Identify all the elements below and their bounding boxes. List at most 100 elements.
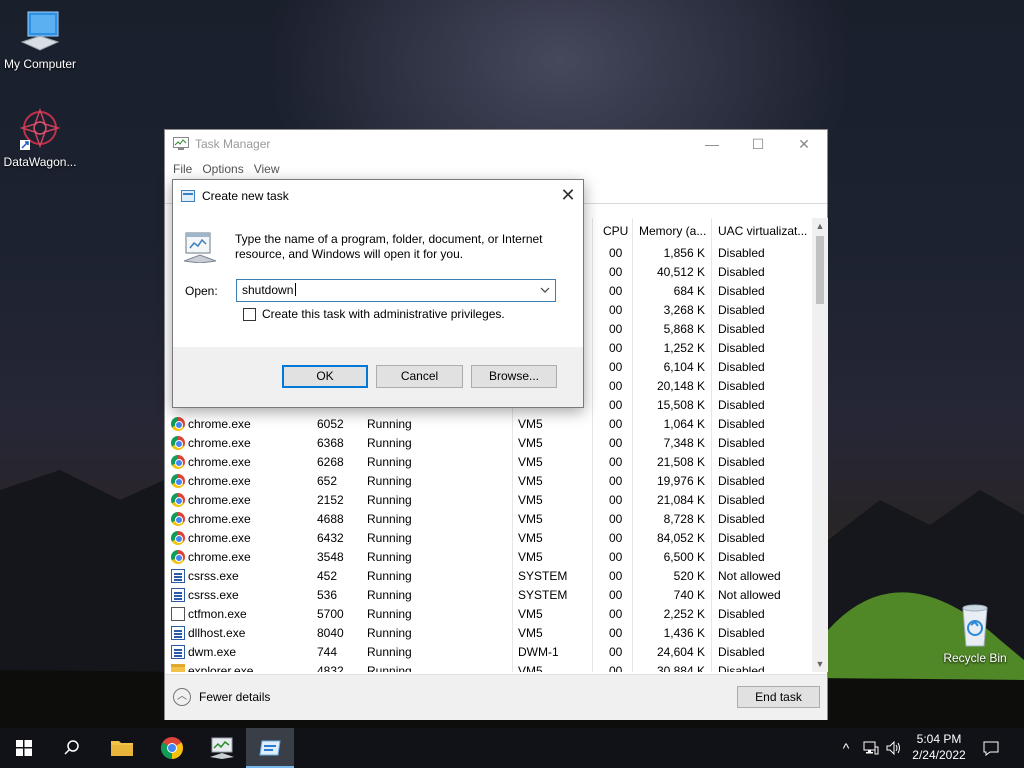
menu-view[interactable]: View: [252, 162, 288, 176]
pid-cell: 452: [317, 569, 338, 583]
memory-cell: 1,252 K: [663, 341, 705, 355]
action-center-button[interactable]: [980, 728, 1002, 768]
column-header-cpu[interactable]: CPU: [603, 218, 628, 244]
user-cell: VM5: [518, 550, 543, 564]
datawagon-icon: [19, 107, 61, 150]
clock-date: 2/24/2022: [912, 748, 966, 762]
table-row[interactable]: chrome.exe 2152 Running VM5 00 21,084 K Disabl…: [165, 491, 812, 510]
uac-cell: Disabled: [718, 607, 765, 621]
table-row[interactable]: chrome.exe 3548 Running VM5 00 6,500 K Disable…: [165, 548, 812, 567]
fewer-details-link[interactable]: ︿ Fewer details: [173, 688, 270, 706]
maximize-button[interactable]: ☐: [735, 130, 781, 158]
name-cell: chrome.exe: [188, 474, 251, 488]
chevron-up-icon: ︿: [173, 688, 191, 706]
chevron-down-icon[interactable]: [539, 283, 551, 297]
uac-cell: Disabled: [718, 417, 765, 431]
checkbox-box[interactable]: [243, 307, 256, 321]
status-cell: Running: [367, 474, 412, 488]
chrome-icon: [171, 550, 185, 564]
table-row[interactable]: csrss.exe 536 Running SYSTEM 00 740 K Not allo…: [165, 586, 812, 605]
uac-cell: Disabled: [718, 550, 765, 564]
cpu-cell: 00: [609, 322, 623, 336]
table-row[interactable]: ctfmon.exe 5700 Running VM5 00 2,252 K Disable…: [165, 605, 812, 624]
desktop-icon-recycle-bin[interactable]: Recycle Bin: [935, 602, 1015, 665]
dialog-description: Type the name of a program, folder, docu…: [235, 232, 543, 261]
name-cell: chrome.exe: [188, 531, 251, 545]
status-cell: Running: [367, 512, 412, 526]
memory-cell: 15,508 K: [656, 398, 705, 412]
user-cell: VM5: [518, 607, 543, 621]
task-manager-taskbar-button[interactable]: [198, 728, 246, 768]
column-header-uac[interactable]: UAC virtualizat...: [718, 218, 807, 244]
table-row[interactable]: csrss.exe 452 Running SYSTEM 00 520 K Not allo…: [165, 567, 812, 586]
taskbar: ^ 5:04 PM 2/24/2022: [0, 728, 1024, 768]
column-header-memory[interactable]: Memory (a...: [639, 218, 706, 244]
dialog-title-bar[interactable]: Create new task ✕: [173, 180, 583, 211]
name-cell: csrss.exe: [188, 569, 239, 583]
end-task-button[interactable]: End task: [737, 686, 820, 708]
network-tray-button[interactable]: [860, 728, 882, 768]
dialog-button-bar: OK Cancel Browse...: [173, 347, 583, 407]
tray-chevron-icon[interactable]: ^: [836, 728, 856, 768]
run-dialog-taskbar-button[interactable]: [246, 728, 294, 768]
memory-cell: 19,976 K: [656, 474, 705, 488]
scroll-down-arrow-icon[interactable]: ▼: [815, 659, 825, 669]
pid-cell: 652: [317, 474, 338, 488]
chrome-icon: [171, 512, 185, 526]
file-explorer-taskbar-button[interactable]: [98, 728, 146, 768]
recycle-bin-icon: [962, 604, 988, 647]
table-row[interactable]: chrome.exe 4688 Running VM5 00 8,728 K Disable…: [165, 510, 812, 529]
memory-cell: 1,064 K: [663, 417, 705, 431]
desktop-icon-datawagon[interactable]: DataWagon...: [0, 106, 80, 169]
cpu-cell: 00: [609, 417, 623, 431]
chrome-taskbar-button[interactable]: [148, 728, 196, 768]
user-cell: VM5: [518, 493, 543, 507]
memory-cell: 1,856 K: [663, 246, 705, 260]
minimize-button[interactable]: —: [689, 130, 735, 158]
memory-cell: 20,148 K: [656, 379, 705, 393]
uac-cell: Disabled: [718, 322, 765, 336]
admin-privileges-label: Create this task with administrative pri…: [262, 307, 505, 321]
start-button[interactable]: [0, 728, 48, 768]
vertical-scrollbar[interactable]: ▲ ▼: [812, 218, 828, 672]
table-row[interactable]: dllhost.exe 8040 Running VM5 00 1,436 K Disabl…: [165, 624, 812, 643]
pid-cell: 3548: [317, 550, 344, 564]
user-cell: SYSTEM: [518, 588, 568, 602]
uac-cell: Disabled: [718, 284, 765, 298]
table-row[interactable]: chrome.exe 6052 Running VM5 00 1,064 K Disable…: [165, 415, 812, 434]
open-input-value[interactable]: shutdown: [242, 283, 297, 297]
scroll-up-arrow-icon[interactable]: ▲: [815, 221, 825, 231]
admin-privileges-checkbox[interactable]: Create this task with administrative pri…: [243, 307, 505, 321]
cpu-cell: 00: [609, 531, 623, 545]
table-row[interactable]: chrome.exe 6368 Running VM5 00 7,348 K Disable…: [165, 434, 812, 453]
task-manager-title-bar[interactable]: Task Manager — ☐ ✕: [165, 130, 827, 158]
cancel-button[interactable]: Cancel: [376, 365, 463, 388]
ok-button[interactable]: OK: [282, 365, 368, 388]
pid-cell: 6368: [317, 436, 344, 450]
computer-icon: [20, 11, 60, 51]
network-icon: [863, 741, 879, 755]
open-combobox[interactable]: shutdown: [236, 279, 556, 302]
clock[interactable]: 5:04 PM 2/24/2022: [900, 731, 978, 763]
search-button[interactable]: [48, 728, 96, 768]
status-cell: Running: [367, 493, 412, 507]
browse-button[interactable]: Browse...: [471, 365, 557, 388]
close-button[interactable]: ✕: [781, 130, 827, 158]
table-row[interactable]: dwm.exe 744 Running DWM-1 00 24,604 K Disabled: [165, 643, 812, 662]
name-cell: chrome.exe: [188, 550, 251, 564]
desktop-icon-my-computer[interactable]: My Computer: [0, 10, 80, 71]
pid-cell: 6052: [317, 417, 344, 431]
pid-cell: 8040: [317, 626, 344, 640]
menu-options[interactable]: Options: [200, 162, 251, 176]
table-row[interactable]: chrome.exe 6432 Running VM5 00 84,052 K Disabl…: [165, 529, 812, 548]
table-row[interactable]: chrome.exe 6268 Running VM5 00 21,508 K Disabl…: [165, 453, 812, 472]
table-row[interactable]: explorer.exe 4832 Running VM5 00 30,884 K Disa…: [165, 662, 812, 672]
uac-cell: Disabled: [718, 664, 765, 672]
memory-cell: 21,084 K: [656, 493, 705, 507]
dialog-close-button[interactable]: ✕: [553, 181, 583, 211]
menu-file[interactable]: File: [171, 162, 200, 176]
scroll-thumb[interactable]: [816, 236, 824, 304]
chrome-icon: [161, 737, 183, 759]
table-row[interactable]: chrome.exe 652 Running VM5 00 19,976 K Disable…: [165, 472, 812, 491]
cpu-cell: 00: [609, 512, 623, 526]
